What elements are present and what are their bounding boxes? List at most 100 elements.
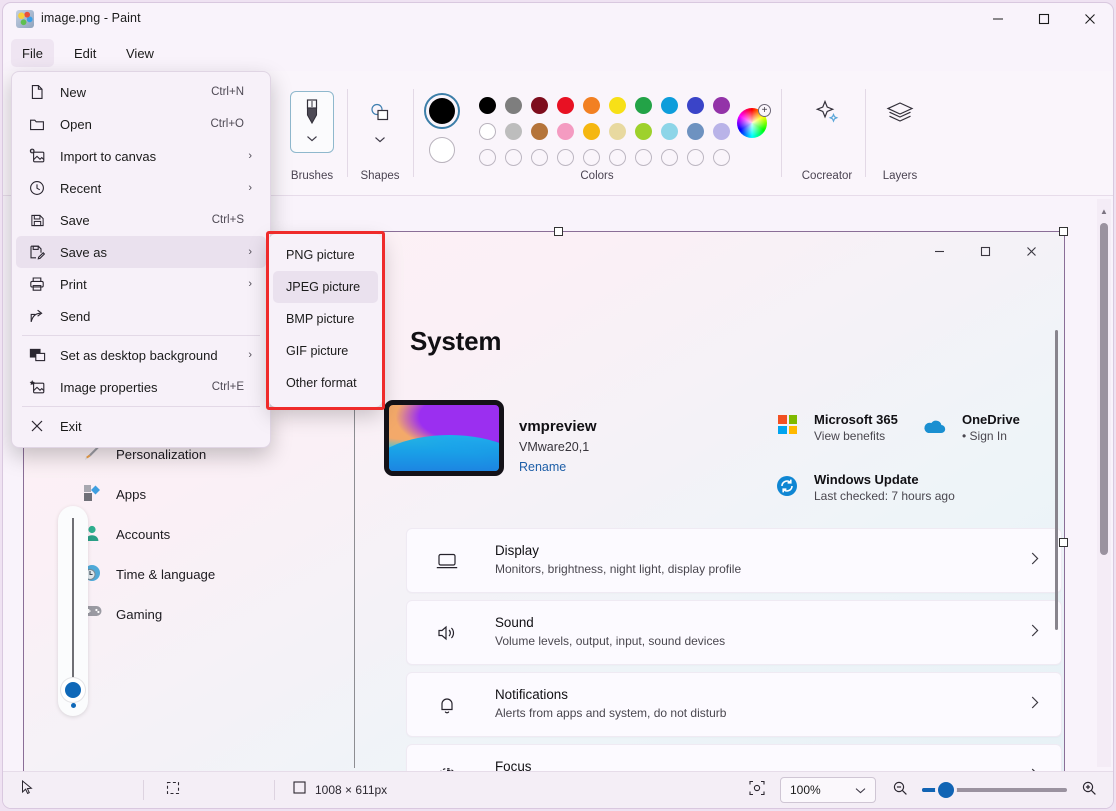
- fit-to-window-button[interactable]: [748, 772, 766, 809]
- color-swatch[interactable]: [687, 97, 704, 114]
- add-color-icon[interactable]: +: [758, 104, 771, 117]
- color-swatch-empty[interactable]: [479, 149, 496, 166]
- color-picker-wheel[interactable]: +: [737, 108, 767, 138]
- ribbon-group-layers[interactable]: Layers: [869, 71, 931, 196]
- color-swatch-empty[interactable]: [713, 149, 730, 166]
- color-swatch[interactable]: [531, 97, 548, 114]
- sidebar-item-apps[interactable]: Apps: [74, 476, 340, 512]
- quick-card-windows-update[interactable]: Windows Update Last checked: 7 hours ago: [778, 472, 955, 503]
- zoom-level-select[interactable]: 100%: [780, 772, 876, 809]
- settings-card-focus[interactable]: FocusReduce distractions: [406, 744, 1062, 771]
- minimize-button[interactable]: [975, 3, 1021, 35]
- chevron-right-icon[interactable]: [1031, 624, 1039, 642]
- settings-card-notifications[interactable]: NotificationsAlerts from apps and system…: [406, 672, 1062, 737]
- brightness-slider[interactable]: [58, 506, 88, 716]
- settings-minimize-button[interactable]: [916, 232, 962, 270]
- canvas-handle-top[interactable]: [554, 227, 563, 236]
- chevron-right-icon[interactable]: ›: [248, 246, 252, 258]
- color-swatch[interactable]: [531, 123, 548, 140]
- file-menu-item-print[interactable]: Print›: [16, 268, 266, 300]
- color-swatch-empty[interactable]: [635, 149, 652, 166]
- file-menu-item-image-properties[interactable]: Image propertiesCtrl+E: [16, 371, 266, 403]
- color-swatch[interactable]: [609, 97, 626, 114]
- ribbon-group-shapes[interactable]: Shapes: [351, 71, 409, 196]
- file-menu-item-save-as[interactable]: Save as›: [16, 236, 266, 268]
- canvas-handle-top-right[interactable]: [1059, 227, 1068, 236]
- menu-file[interactable]: File: [11, 39, 54, 67]
- chevron-right-icon[interactable]: [1031, 696, 1039, 714]
- save-as-option-other-format[interactable]: Other format: [273, 367, 378, 399]
- chevron-right-icon[interactable]: ›: [248, 150, 252, 162]
- chevron-down-icon-shapes[interactable]: [375, 130, 386, 148]
- chevron-right-icon[interactable]: ›: [248, 349, 252, 361]
- menu-edit[interactable]: Edit: [63, 39, 107, 67]
- color-swatch[interactable]: [583, 123, 600, 140]
- quick-card-microsoft365[interactable]: Microsoft 365 View benefits: [778, 412, 898, 443]
- color-swatch-empty[interactable]: [505, 149, 522, 166]
- canvas-vertical-scrollbar[interactable]: ▲: [1097, 199, 1111, 767]
- primary-color-swatch[interactable]: [424, 93, 460, 129]
- zoom-in-button[interactable]: [1081, 772, 1097, 809]
- settings-card-display[interactable]: DisplayMonitors, brightness, night light…: [406, 528, 1062, 593]
- file-menu-item-send[interactable]: Send: [16, 300, 266, 332]
- color-swatch-empty[interactable]: [583, 149, 600, 166]
- color-swatch[interactable]: [635, 97, 652, 114]
- color-swatch[interactable]: [661, 97, 678, 114]
- menu-view[interactable]: View: [115, 39, 165, 67]
- color-swatch[interactable]: [687, 123, 704, 140]
- zoom-slider-track[interactable]: [922, 788, 1067, 792]
- file-menu-item-exit[interactable]: Exit: [16, 410, 266, 442]
- close-button[interactable]: [1067, 3, 1113, 35]
- brush-icon[interactable]: [290, 91, 334, 153]
- file-menu-item-open[interactable]: OpenCtrl+O: [16, 108, 266, 140]
- color-swatch[interactable]: [557, 97, 574, 114]
- save-as-option-gif-picture[interactable]: GIF picture: [273, 335, 378, 367]
- save-as-option-bmp-picture[interactable]: BMP picture: [273, 303, 378, 335]
- save-as-option-jpeg-picture[interactable]: JPEG picture: [273, 271, 378, 303]
- scrollbar-thumb[interactable]: [1100, 223, 1108, 555]
- settings-card-sound[interactable]: SoundVolume levels, output, input, sound…: [406, 600, 1062, 665]
- settings-maximize-button[interactable]: [962, 232, 1008, 270]
- save-as-option-png-picture[interactable]: PNG picture: [273, 239, 378, 271]
- color-swatch-empty[interactable]: [609, 149, 626, 166]
- zoom-slider-knob[interactable]: [938, 782, 954, 798]
- quick-card-onedrive[interactable]: OneDrive • Sign In: [922, 412, 1020, 443]
- color-swatch[interactable]: [479, 123, 496, 140]
- file-menu-item-save[interactable]: SaveCtrl+S: [16, 204, 266, 236]
- color-swatch[interactable]: [583, 97, 600, 114]
- color-swatch[interactable]: [609, 123, 626, 140]
- sidebar-item-accounts[interactable]: Accounts: [74, 516, 340, 552]
- ribbon-group-cocreator[interactable]: Cocreator: [785, 71, 869, 196]
- color-swatch[interactable]: [661, 123, 678, 140]
- file-menu-item-import-to-canvas[interactable]: Import to canvas›: [16, 140, 266, 172]
- chevron-right-icon[interactable]: [1031, 552, 1039, 570]
- color-swatch[interactable]: [479, 97, 496, 114]
- color-swatch[interactable]: [557, 123, 574, 140]
- color-swatch[interactable]: [505, 123, 522, 140]
- file-menu-item-set-as-desktop-background[interactable]: Set as desktop background›: [16, 339, 266, 371]
- color-swatch-empty[interactable]: [661, 149, 678, 166]
- canvas-handle-right[interactable]: [1059, 538, 1068, 547]
- zoom-out-button[interactable]: [892, 772, 908, 809]
- maximize-button[interactable]: [1021, 3, 1067, 35]
- color-swatch[interactable]: [713, 123, 730, 140]
- settings-close-button[interactable]: [1008, 232, 1054, 270]
- settings-scrollbar[interactable]: [1055, 330, 1058, 630]
- color-swatch[interactable]: [635, 123, 652, 140]
- secondary-color-swatch[interactable]: [429, 137, 455, 163]
- file-menu-item-new[interactable]: NewCtrl+N: [16, 76, 266, 108]
- color-swatch[interactable]: [505, 97, 522, 114]
- sidebar-item-time-language[interactable]: Time & language: [74, 556, 340, 592]
- brightness-knob[interactable]: [65, 682, 81, 698]
- shapes-icon[interactable]: [358, 91, 402, 153]
- ribbon-group-brushes[interactable]: Brushes: [281, 71, 343, 196]
- chevron-down-icon-zoom[interactable]: [855, 783, 866, 797]
- color-swatch-empty[interactable]: [687, 149, 704, 166]
- sparkle-icon[interactable]: [805, 91, 849, 153]
- chevron-right-icon[interactable]: ›: [248, 278, 252, 290]
- chevron-right-icon[interactable]: ›: [248, 182, 252, 194]
- file-menu-item-recent[interactable]: Recent›: [16, 172, 266, 204]
- zoom-slider[interactable]: [922, 772, 1067, 809]
- chevron-down-icon[interactable]: [307, 129, 318, 147]
- scroll-up-arrow-icon[interactable]: ▲: [1097, 201, 1111, 221]
